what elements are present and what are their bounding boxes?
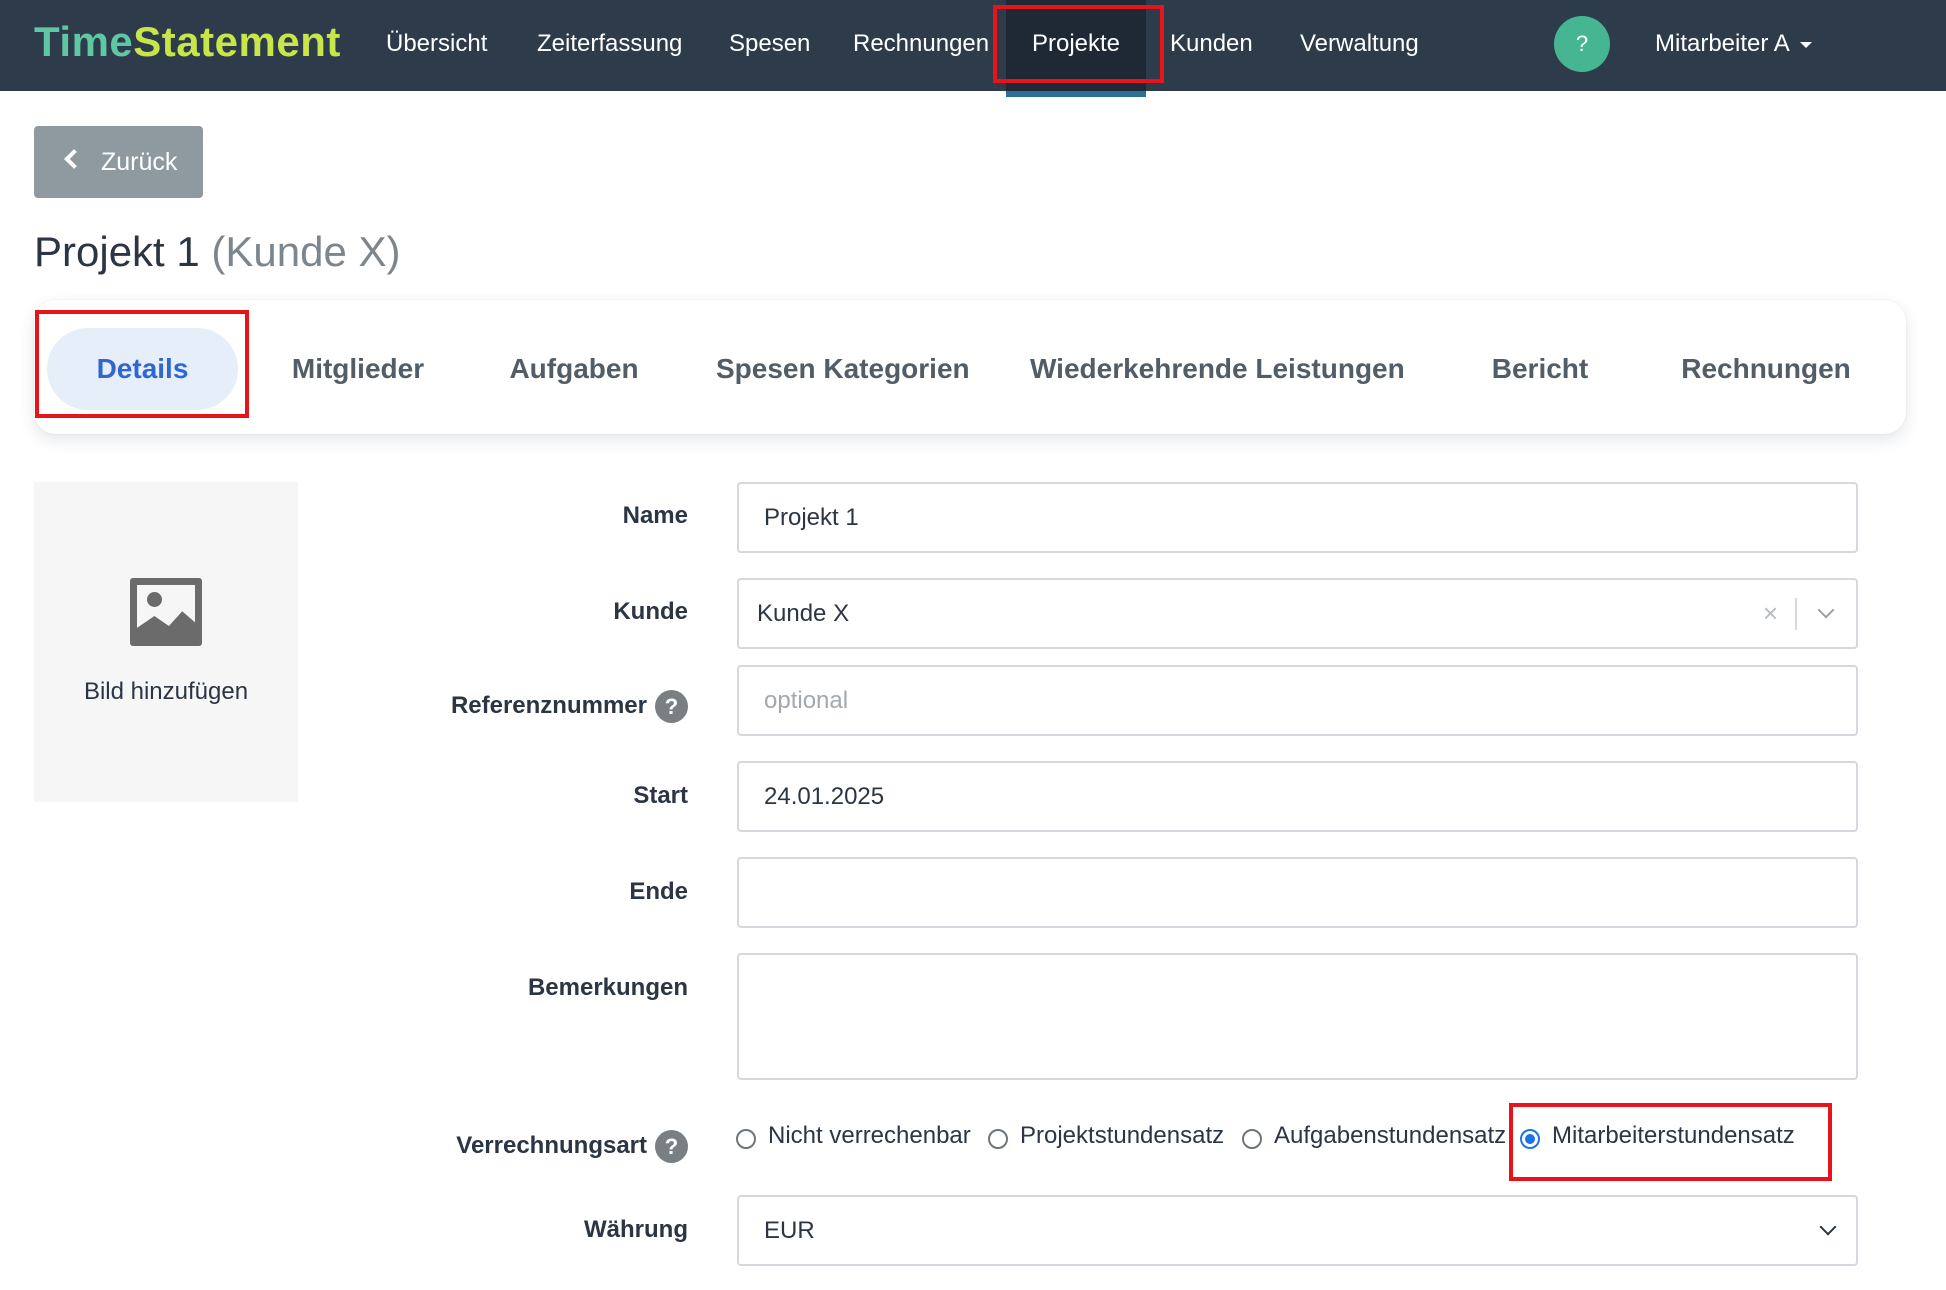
bemerkungen-textarea[interactable] xyxy=(737,953,1858,1080)
label-kunde: Kunde xyxy=(613,598,688,625)
tab-bericht[interactable]: Bericht xyxy=(1478,328,1602,410)
kunde-select[interactable]: Kunde X × xyxy=(737,578,1858,649)
select-separator xyxy=(1795,598,1797,630)
radio-label: Mitarbeiterstundensatz xyxy=(1552,1122,1795,1149)
project-customer: (Kunde X) xyxy=(211,228,401,275)
start-date-input[interactable]: 24.01.2025 xyxy=(737,761,1858,832)
label-verrechnungsart: Verrechnungsart? xyxy=(456,1130,688,1163)
radio-label: Aufgabenstundensatz xyxy=(1274,1122,1507,1149)
label-verrechnungsart-text: Verrechnungsart xyxy=(456,1131,647,1159)
radio-circle-selected[interactable] xyxy=(1520,1129,1540,1149)
top-navbar: TimeStatement Übersicht Zeiterfassung Sp… xyxy=(0,0,1946,97)
chevron-left-icon xyxy=(64,149,84,169)
nav-active-indicator xyxy=(1006,91,1146,97)
nav-projekte-label: Projekte xyxy=(1031,30,1121,57)
waehrung-select[interactable]: EUR xyxy=(737,1195,1858,1266)
referenznummer-input[interactable]: optional xyxy=(737,665,1858,736)
label-bemerkungen: Bemerkungen xyxy=(527,974,688,1001)
brand-part-statement: Statement xyxy=(133,18,341,65)
end-date-input[interactable] xyxy=(737,857,1858,928)
radio-circle[interactable] xyxy=(736,1129,756,1149)
chevron-down-icon[interactable] xyxy=(1817,601,1835,619)
image-upload-caption: Bild hinzufügen xyxy=(83,678,249,705)
clear-icon[interactable]: × xyxy=(1763,580,1778,647)
nav-projekte[interactable]: Projekte xyxy=(1006,0,1146,97)
tab-details[interactable]: Details xyxy=(47,328,238,410)
label-referenznummer-text: Referenznummer xyxy=(450,691,647,719)
waehrung-select-value: EUR xyxy=(764,1217,815,1244)
tab-aufgaben[interactable]: Aufgaben xyxy=(500,328,648,410)
nav-rechnungen[interactable]: Rechnungen xyxy=(853,0,989,91)
radio-label: Projektstundensatz xyxy=(1020,1122,1225,1149)
user-name: Mitarbeiter A xyxy=(1655,30,1790,57)
name-input[interactable]: Projekt 1 xyxy=(737,482,1858,553)
nav-zeiterfassung[interactable]: Zeiterfassung xyxy=(537,0,682,91)
label-referenznummer: Referenznummer? xyxy=(451,690,688,723)
help-icon[interactable]: ? xyxy=(655,1130,688,1163)
label-ende: Ende xyxy=(629,878,688,905)
label-start: Start xyxy=(633,782,688,809)
kunde-select-value: Kunde X xyxy=(757,600,850,627)
radio-circle[interactable] xyxy=(1242,1129,1262,1149)
radio-circle[interactable] xyxy=(988,1129,1008,1149)
user-menu[interactable]: Mitarbeiter A xyxy=(1655,0,1812,91)
caret-down-icon xyxy=(1799,41,1812,48)
back-button[interactable]: Zurück xyxy=(34,126,203,198)
brand-logo[interactable]: TimeStatement xyxy=(34,18,341,66)
help-icon[interactable]: ? xyxy=(1554,16,1610,72)
page-title: Projekt 1 (Kunde X) xyxy=(34,228,401,276)
tab-wiederkehrende-leistungen[interactable]: Wiederkehrende Leistungen xyxy=(1030,328,1405,410)
nav-spesen[interactable]: Spesen xyxy=(729,0,810,91)
tab-spesen-kategorien[interactable]: Spesen Kategorien xyxy=(716,328,970,410)
project-name: Projekt 1 xyxy=(34,228,200,275)
nav-verwaltung[interactable]: Verwaltung xyxy=(1300,0,1419,91)
nav-kunden[interactable]: Kunden xyxy=(1170,0,1253,91)
tab-rechnungen[interactable]: Rechnungen xyxy=(1676,328,1856,410)
nav-uebersicht[interactable]: Übersicht xyxy=(386,0,487,91)
radio-label: Nicht verrechenbar xyxy=(768,1122,971,1149)
tab-mitglieder[interactable]: Mitglieder xyxy=(282,328,434,410)
image-upload-area[interactable]: Bild hinzufügen xyxy=(34,482,298,802)
label-waehrung: Währung xyxy=(584,1216,688,1243)
back-button-label: Zurück xyxy=(101,148,178,176)
chevron-down-icon[interactable] xyxy=(1819,1218,1837,1236)
image-placeholder-icon xyxy=(130,578,202,646)
brand-part-time: Time xyxy=(34,18,134,65)
label-name: Name xyxy=(622,502,688,529)
help-icon[interactable]: ? xyxy=(655,690,688,723)
